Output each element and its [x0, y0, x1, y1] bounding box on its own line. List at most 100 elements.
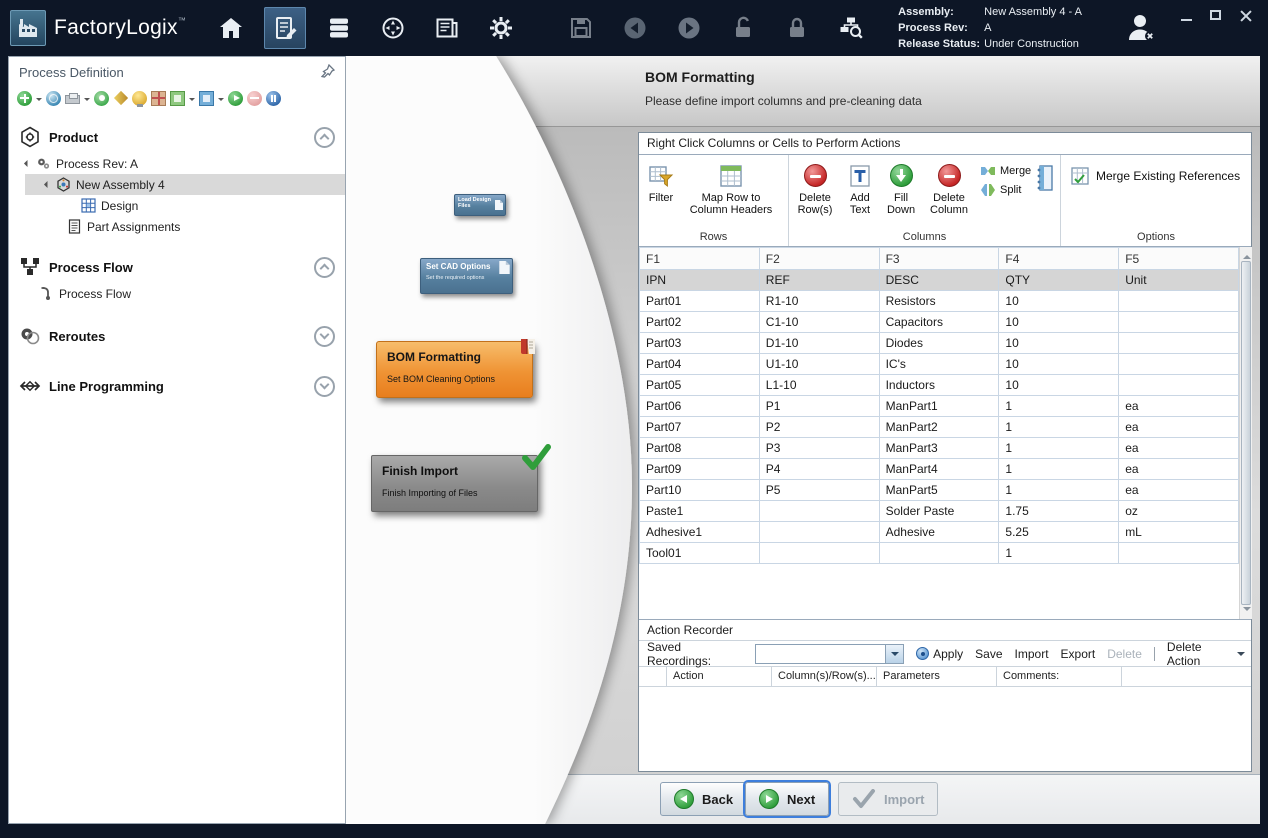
- grid-cell[interactable]: 1: [999, 459, 1119, 480]
- grid-column-header[interactable]: F4: [999, 248, 1119, 270]
- grid-cell[interactable]: Part06: [640, 396, 760, 417]
- grid-cell[interactable]: ea: [1119, 459, 1239, 480]
- save-recording-button[interactable]: Save: [975, 647, 1002, 661]
- section-reroutes[interactable]: Reroutes: [9, 320, 345, 352]
- grid-cell[interactable]: ManPart2: [879, 417, 999, 438]
- delete-column-button[interactable]: Delete Column: [923, 162, 975, 216]
- minus-circle-icon[interactable]: [247, 91, 262, 106]
- user-button[interactable]: [1124, 10, 1158, 49]
- grid-cell[interactable]: 1: [999, 480, 1119, 501]
- grid-cell[interactable]: ManPart1: [879, 396, 999, 417]
- grid-cell[interactable]: Adhesive: [879, 522, 999, 543]
- window-close-button[interactable]: [1239, 9, 1252, 22]
- next-button[interactable]: Next: [745, 782, 829, 816]
- grid-cell[interactable]: ManPart5: [879, 480, 999, 501]
- grid-cell[interactable]: 10: [999, 375, 1119, 396]
- grid-cell[interactable]: [759, 543, 879, 564]
- scroll-down-icon[interactable]: [1243, 607, 1251, 615]
- tree-item-part-assignments[interactable]: Part Assignments: [9, 216, 345, 237]
- import-recording-button[interactable]: Import: [1015, 647, 1049, 661]
- grid-cell[interactable]: Solder Paste: [879, 501, 999, 522]
- grid-cell[interactable]: Part05: [640, 375, 760, 396]
- gear-flower-icon[interactable]: [94, 91, 109, 106]
- expander-icon[interactable]: [24, 160, 31, 167]
- wizard-step-load-design-files[interactable]: Load Design Files: [454, 194, 506, 216]
- layers-dropdown-icon[interactable]: [218, 98, 224, 104]
- grid-cell[interactable]: P1: [759, 396, 879, 417]
- grid-column-header[interactable]: F3: [879, 248, 999, 270]
- magic-wand-icon[interactable]: [113, 91, 127, 105]
- grid-cell[interactable]: L1-10: [759, 375, 879, 396]
- section-line-programming[interactable]: Line Programming: [9, 370, 345, 402]
- scroll-thumb[interactable]: [1241, 261, 1251, 605]
- grid-column-header[interactable]: F2: [759, 248, 879, 270]
- grid-cell[interactable]: 1: [999, 417, 1119, 438]
- lock-button[interactable]: [776, 7, 818, 49]
- grid-cell[interactable]: U1-10: [759, 354, 879, 375]
- printer-dropdown-icon[interactable]: [84, 98, 90, 104]
- export-recording-button[interactable]: Export: [1061, 647, 1096, 661]
- grid-cell[interactable]: [1119, 291, 1239, 312]
- grid-cell[interactable]: [1119, 543, 1239, 564]
- grid-cell[interactable]: D1-10: [759, 333, 879, 354]
- grid-cell[interactable]: Diodes: [879, 333, 999, 354]
- grid-cell[interactable]: 1.75: [999, 501, 1119, 522]
- grid-cell[interactable]: 1: [999, 396, 1119, 417]
- pause-circle-icon[interactable]: [266, 91, 281, 106]
- documents-button[interactable]: [426, 7, 468, 49]
- grid-cell[interactable]: Adhesive1: [640, 522, 760, 543]
- product-collapse-button[interactable]: [314, 127, 335, 148]
- grid-cell[interactable]: Unit: [1119, 270, 1239, 291]
- materials-button[interactable]: [318, 7, 360, 49]
- grid-cell[interactable]: ea: [1119, 417, 1239, 438]
- add-dropdown-icon[interactable]: [36, 98, 42, 104]
- grid-cell[interactable]: [1119, 333, 1239, 354]
- grid-cell[interactable]: 10: [999, 312, 1119, 333]
- grid-cell[interactable]: [759, 522, 879, 543]
- grid-cell[interactable]: ea: [1119, 438, 1239, 459]
- grid-cell[interactable]: 1: [999, 543, 1119, 564]
- grid-cell[interactable]: R1-10: [759, 291, 879, 312]
- tree-item-new-assembly[interactable]: New Assembly 4: [25, 174, 345, 195]
- grid-scrollbar[interactable]: [1239, 247, 1252, 619]
- line-programming-collapse-button[interactable]: [314, 376, 335, 397]
- grid-cell[interactable]: P3: [759, 438, 879, 459]
- grid-cell[interactable]: Part07: [640, 417, 760, 438]
- printer-icon[interactable]: [65, 95, 80, 104]
- settings-button[interactable]: [480, 7, 522, 49]
- map-row-to-column-headers-button[interactable]: Map Row to Column Headers: [683, 162, 779, 216]
- grid-cell[interactable]: [759, 501, 879, 522]
- grid-cell[interactable]: ManPart4: [879, 459, 999, 480]
- grid-cell[interactable]: [1119, 354, 1239, 375]
- fill-down-button[interactable]: Fill Down: [879, 162, 923, 216]
- split-button[interactable]: Split: [981, 184, 1031, 196]
- merge-existing-references-button[interactable]: Merge Existing References: [1071, 167, 1240, 185]
- save-button[interactable]: [560, 7, 602, 49]
- grid-cell[interactable]: [1119, 312, 1239, 333]
- filter-button[interactable]: Filter: [639, 162, 683, 204]
- grid-cell[interactable]: Paste1: [640, 501, 760, 522]
- tree-item-process-flow[interactable]: Process Flow: [9, 283, 345, 304]
- layers-icon[interactable]: [199, 91, 214, 106]
- release-browser-button[interactable]: [830, 7, 872, 49]
- grid-cell[interactable]: P5: [759, 480, 879, 501]
- play-circle-icon[interactable]: [228, 91, 243, 106]
- grid-cell[interactable]: REF: [759, 270, 879, 291]
- grid-cell[interactable]: 10: [999, 291, 1119, 312]
- grid-cell[interactable]: Tool01: [640, 543, 760, 564]
- grid-cell[interactable]: ManPart3: [879, 438, 999, 459]
- window-minimize-button[interactable]: [1181, 10, 1192, 21]
- grid-column-header[interactable]: F1: [640, 248, 760, 270]
- grid-cell[interactable]: Part02: [640, 312, 760, 333]
- process-definition-button[interactable]: [264, 7, 306, 49]
- lamp-icon[interactable]: [132, 91, 147, 106]
- merge-button[interactable]: Merge: [981, 165, 1031, 177]
- grid-cell[interactable]: 10: [999, 333, 1119, 354]
- reroutes-collapse-button[interactable]: [314, 326, 335, 347]
- unlock-button[interactable]: [722, 7, 764, 49]
- ar-column-header[interactable]: Column(s)/Row(s)...: [772, 667, 877, 686]
- section-process-flow[interactable]: Process Flow: [9, 251, 345, 283]
- grid-cell[interactable]: 10: [999, 354, 1119, 375]
- add-text-button[interactable]: Add Text: [841, 162, 879, 216]
- tree-item-design[interactable]: Design: [9, 195, 345, 216]
